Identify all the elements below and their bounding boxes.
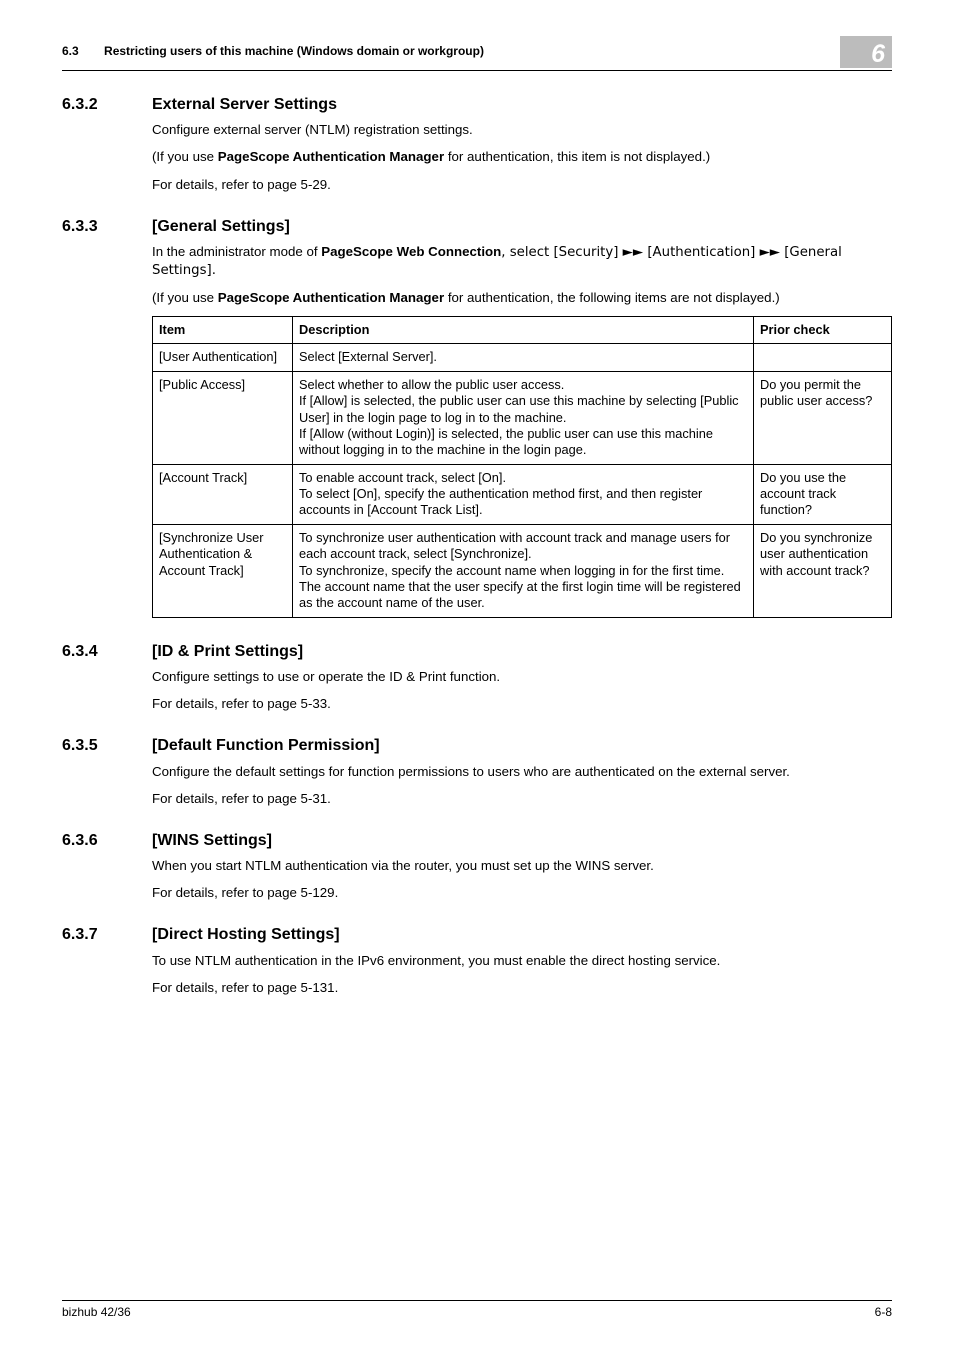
body-text: When you start NTLM authentication via t… bbox=[152, 857, 892, 874]
section-6-3-6: 6.3.6 [WINS Settings] When you start NTL… bbox=[62, 831, 892, 902]
table-row: [User Authentication]Select [External Se… bbox=[153, 344, 892, 371]
body-text: In the administrator mode of PageScope W… bbox=[152, 243, 892, 279]
section-title: [Default Function Permission] bbox=[152, 736, 380, 756]
table-header-row: Item Description Prior check bbox=[153, 317, 892, 344]
section-6-3-7: 6.3.7 [Direct Hosting Settings] To use N… bbox=[62, 925, 892, 996]
header-section-title: Restricting users of this machine (Windo… bbox=[104, 44, 484, 58]
header-section-no: 6.3 bbox=[62, 44, 79, 58]
table-row: [Account Track]To enable account track, … bbox=[153, 464, 892, 524]
section-num: 6.3.2 bbox=[62, 95, 152, 115]
table-cell-desc: To enable account track, select [On]. To… bbox=[293, 464, 754, 524]
body-text: (If you use PageScope Authentication Man… bbox=[152, 148, 892, 165]
header-left: 6.3 Restricting users of this machine (W… bbox=[62, 44, 484, 59]
section-6-3-5: 6.3.5 [Default Function Permission] Conf… bbox=[62, 736, 892, 807]
table-cell-desc: To synchronize user authentication with … bbox=[293, 524, 754, 617]
table-cell-item: [Account Track] bbox=[153, 464, 293, 524]
body-text: Configure settings to use or operate the… bbox=[152, 668, 892, 685]
body-text: For details, refer to page 5-31. bbox=[152, 790, 892, 807]
settings-table: Item Description Prior check [User Authe… bbox=[152, 316, 892, 618]
section-num: 6.3.7 bbox=[62, 925, 152, 945]
section-title: [General Settings] bbox=[152, 217, 290, 237]
table-header: Prior check bbox=[754, 317, 892, 344]
table-cell-desc: Select [External Server]. bbox=[293, 344, 754, 371]
chapter-box: 6 bbox=[840, 36, 892, 68]
footer-left: bizhub 42/36 bbox=[62, 1305, 131, 1320]
body-text: For details, refer to page 5-131. bbox=[152, 979, 892, 996]
section-6-3-3: 6.3.3 [General Settings] In the administ… bbox=[62, 217, 892, 618]
section-6-3-2: 6.3.2 External Server Settings Configure… bbox=[62, 95, 892, 193]
table-header: Item bbox=[153, 317, 293, 344]
table-cell-item: [Public Access] bbox=[153, 371, 293, 464]
body-text: For details, refer to page 5-29. bbox=[152, 176, 892, 193]
table-cell-desc: Select whether to allow the public user … bbox=[293, 371, 754, 464]
table-header: Description bbox=[293, 317, 754, 344]
section-num: 6.3.5 bbox=[62, 736, 152, 756]
table-cell-prior: Do you permit the public user access? bbox=[754, 371, 892, 464]
table-cell-prior bbox=[754, 344, 892, 371]
section-num: 6.3.3 bbox=[62, 217, 152, 237]
section-title: External Server Settings bbox=[152, 95, 337, 115]
page-footer: bizhub 42/36 6-8 bbox=[62, 1300, 892, 1320]
section-title: [ID & Print Settings] bbox=[152, 642, 303, 662]
body-text: Configure external server (NTLM) registr… bbox=[152, 121, 892, 138]
table-cell-prior: Do you synchronize user authentication w… bbox=[754, 524, 892, 617]
body-text: (If you use PageScope Authentication Man… bbox=[152, 289, 892, 306]
section-title: [WINS Settings] bbox=[152, 831, 272, 851]
section-title: [Direct Hosting Settings] bbox=[152, 925, 340, 945]
body-text: To use NTLM authentication in the IPv6 e… bbox=[152, 952, 892, 969]
body-text: For details, refer to page 5-129. bbox=[152, 884, 892, 901]
table-row: [Public Access]Select whether to allow t… bbox=[153, 371, 892, 464]
body-text: For details, refer to page 5-33. bbox=[152, 695, 892, 712]
table-cell-item: [Synchronize User Authentication & Accou… bbox=[153, 524, 293, 617]
footer-right: 6-8 bbox=[875, 1305, 892, 1320]
body-text: Configure the default settings for funct… bbox=[152, 763, 892, 780]
table-cell-item: [User Authentication] bbox=[153, 344, 293, 371]
section-6-3-4: 6.3.4 [ID & Print Settings] Configure se… bbox=[62, 642, 892, 713]
running-header: 6.3 Restricting users of this machine (W… bbox=[62, 36, 892, 71]
table-row: [Synchronize User Authentication & Accou… bbox=[153, 524, 892, 617]
section-num: 6.3.6 bbox=[62, 831, 152, 851]
section-num: 6.3.4 bbox=[62, 642, 152, 662]
table-cell-prior: Do you use the account track function? bbox=[754, 464, 892, 524]
